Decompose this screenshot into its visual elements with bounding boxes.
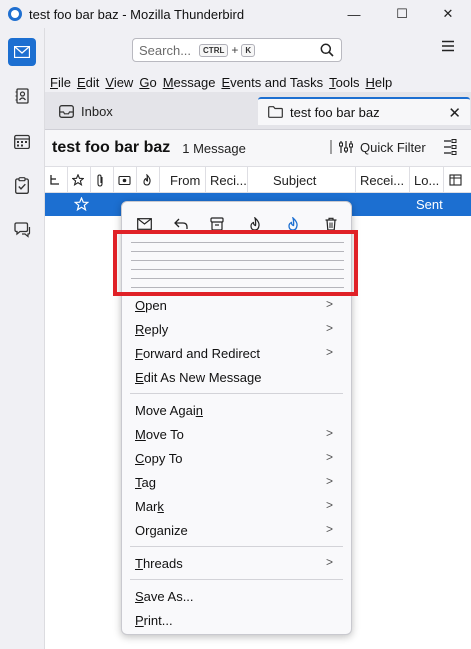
unread-icon	[118, 175, 131, 186]
highlight-box	[113, 230, 358, 296]
thread-icon	[50, 175, 59, 185]
thread-pane-header: test foo bar baz 1 Message Quick Filter	[45, 130, 471, 166]
menu-item-tag[interactable]: Tag	[135, 475, 156, 490]
column-recipient[interactable]: Reci...	[206, 167, 248, 193]
chat-icon	[13, 222, 30, 238]
window-title: test foo bar baz - Mozilla Thunderbird	[29, 6, 245, 22]
folder-icon	[268, 106, 283, 118]
chevron-right-icon: >	[326, 555, 334, 569]
spaces-toolbar	[0, 28, 45, 649]
menu-item-save-as[interactable]: Save As...	[135, 589, 194, 604]
column-thread[interactable]	[45, 167, 68, 193]
tab-close-icon[interactable]: ✕	[448, 104, 461, 122]
message-location: Sent	[416, 197, 443, 212]
address-book-icon	[15, 88, 29, 104]
address-book-space-button[interactable]	[8, 82, 36, 110]
menu-item-copy-to[interactable]: Copy To	[135, 451, 182, 466]
tab-folder[interactable]: test foo bar baz ✕	[258, 97, 470, 125]
column-header-row: From Reci... Subject Recei... Lo...	[45, 166, 471, 193]
quick-filter-button[interactable]: Quick Filter	[327, 139, 426, 155]
app-menu-icon[interactable]	[441, 40, 455, 52]
column-read-status[interactable]	[114, 167, 137, 193]
close-window-button[interactable]: ✕	[425, 0, 471, 28]
shortcut-plus: +	[231, 43, 239, 57]
search-placeholder: Search...	[139, 42, 192, 58]
tab-inbox-label: Inbox	[81, 103, 113, 119]
menu-edit[interactable]: Edit	[77, 75, 99, 90]
menu-bar: File Edit View Go Message Events and Tas…	[45, 72, 471, 92]
chevron-right-icon: >	[326, 474, 334, 488]
menu-file[interactable]: File	[50, 75, 71, 90]
star-outline-icon	[72, 174, 84, 186]
display-options-icon[interactable]	[443, 139, 457, 155]
unified-toolbar: Search... CTRL + K	[45, 28, 471, 72]
tab-bar: Inbox test foo bar baz ✕	[45, 92, 471, 130]
mail-space-button[interactable]	[8, 38, 36, 66]
menu-separator	[130, 393, 343, 394]
calendar-icon	[14, 134, 30, 149]
chevron-right-icon: >	[326, 498, 334, 512]
chevron-right-icon: >	[326, 522, 334, 536]
column-subject[interactable]: Subject	[248, 167, 356, 193]
menu-help[interactable]: Help	[365, 75, 392, 90]
chevron-right-icon: >	[326, 297, 334, 311]
mail-icon	[14, 46, 30, 58]
message-count: 1 Message	[182, 140, 246, 156]
column-picker-icon	[449, 174, 462, 186]
menu-item-mark[interactable]: Mark	[135, 499, 164, 514]
shortcut-key-k: K	[241, 43, 256, 57]
menu-message[interactable]: Message	[163, 75, 216, 90]
thunderbird-logo-icon	[8, 7, 22, 21]
shortcut-key-ctrl: CTRL	[199, 43, 229, 57]
column-star[interactable]	[68, 167, 91, 193]
folder-title: test foo bar baz	[52, 139, 171, 156]
tab-folder-label: test foo bar baz	[290, 104, 380, 120]
menu-item-reply[interactable]: Reply	[135, 322, 168, 337]
column-picker[interactable]	[445, 167, 471, 193]
menu-separator	[130, 546, 343, 547]
menu-item-forward-redirect[interactable]: Forward and Redirect	[135, 346, 260, 361]
column-attachment[interactable]	[91, 167, 114, 193]
column-junk[interactable]	[137, 167, 160, 193]
menu-tools[interactable]: Tools	[329, 75, 359, 90]
tasks-icon	[15, 176, 29, 194]
menu-item-edit-as-new[interactable]: Edit As New Message	[135, 370, 261, 385]
menu-events-and-tasks[interactable]: Events and Tasks	[221, 75, 323, 90]
menu-item-organize[interactable]: Organize	[135, 523, 188, 538]
menu-go[interactable]: Go	[139, 75, 156, 90]
chevron-right-icon: >	[326, 345, 334, 359]
minimize-button[interactable]: —	[331, 0, 377, 28]
paperclip-icon	[97, 173, 103, 187]
chevron-right-icon: >	[326, 321, 334, 335]
quick-filter-label: Quick Filter	[360, 139, 426, 155]
chevron-right-icon: >	[326, 426, 334, 440]
calendar-space-button[interactable]	[8, 127, 36, 155]
inbox-icon	[59, 104, 74, 118]
chevron-right-icon: >	[326, 450, 334, 464]
maximize-button[interactable]: ☐	[379, 0, 425, 28]
tab-inbox[interactable]: Inbox	[51, 97, 251, 125]
menu-view[interactable]: View	[105, 75, 133, 90]
column-received[interactable]: Recei...	[356, 167, 410, 193]
menu-item-open[interactable]: Open	[135, 298, 167, 313]
global-search-input[interactable]: Search... CTRL + K	[132, 38, 342, 62]
pin-icon	[330, 140, 332, 154]
column-from[interactable]: From	[166, 167, 206, 193]
column-location[interactable]: Lo...	[410, 167, 444, 193]
menu-item-threads[interactable]: Threads	[135, 556, 183, 571]
menu-item-move-again[interactable]: Move Again	[135, 403, 203, 418]
search-icon[interactable]	[320, 43, 334, 57]
filter-sliders-icon	[339, 141, 353, 153]
chat-space-button[interactable]	[8, 216, 36, 244]
menu-separator	[130, 579, 343, 580]
menu-item-move-to[interactable]: Move To	[135, 427, 184, 442]
menu-item-print[interactable]: Print...	[135, 613, 173, 628]
junk-flame-icon	[143, 174, 151, 186]
tasks-space-button[interactable]	[8, 171, 36, 199]
star-icon[interactable]	[74, 197, 89, 211]
